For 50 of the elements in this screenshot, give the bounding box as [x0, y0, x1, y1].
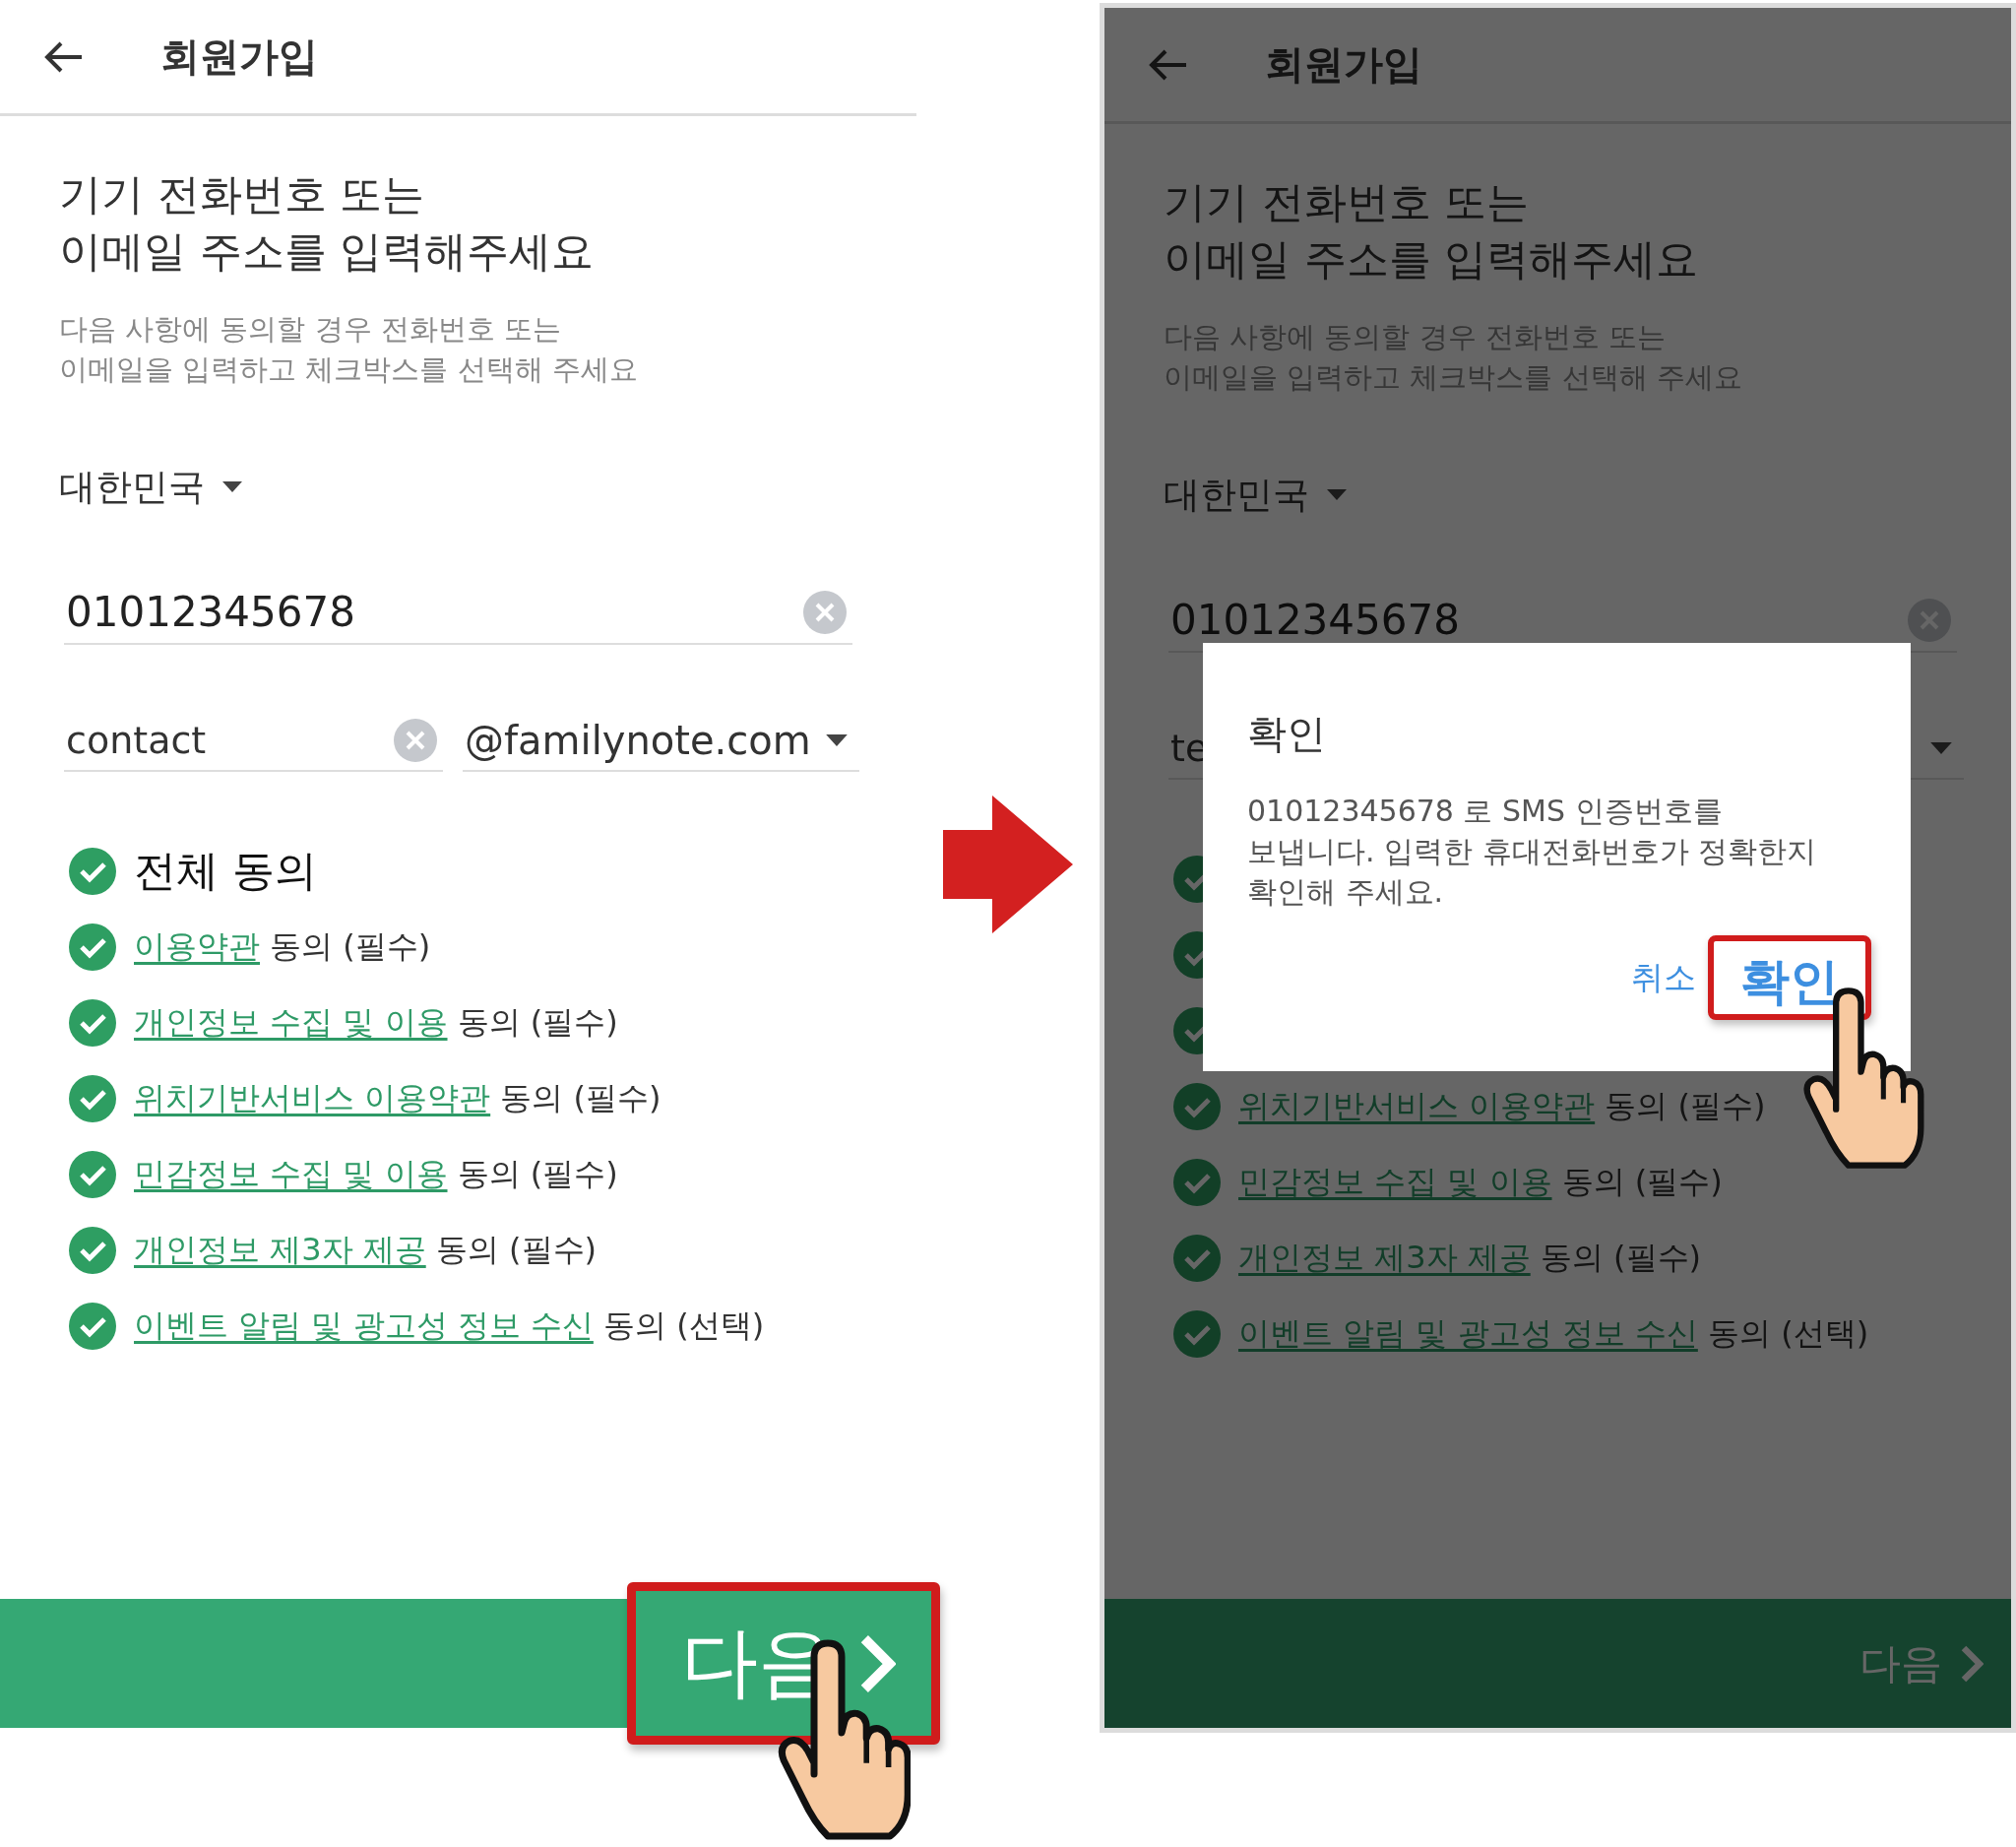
agreement-text: 이용약관 동의 (필수) — [134, 925, 431, 967]
agreement-text: 개인정보 제3자 제공 동의 (필수) — [1238, 1237, 1701, 1278]
back-arrow-icon[interactable] — [44, 39, 84, 74]
checkbox[interactable] — [69, 1226, 116, 1274]
checkbox[interactable] — [1173, 1234, 1221, 1282]
phone-field[interactable]: 01012345678 — [64, 585, 852, 645]
caret-icon — [222, 481, 242, 493]
terms-link[interactable]: 개인정보 제3자 제공 — [1238, 1238, 1531, 1276]
checkbox[interactable] — [1173, 1082, 1221, 1130]
checkbox[interactable] — [69, 923, 116, 971]
agreement-text: 개인정보 제3자 제공 동의 (필수) — [134, 1229, 597, 1270]
country-dropdown[interactable]: 대한민국 — [1164, 471, 1347, 520]
terms-link[interactable]: 민감정보 수집 및 이용 — [1238, 1162, 1552, 1200]
terms-link[interactable]: 개인정보 수집 및 이용 — [134, 1002, 448, 1041]
checkbox[interactable] — [69, 1150, 116, 1198]
terms-link[interactable]: 이용약관 — [134, 926, 260, 965]
dialog-button[interactable]: 확인 — [1708, 935, 1871, 1020]
chevron-icon — [1960, 1643, 1984, 1684]
heading: 기기 전화번호 또는 이메일 주소를 입력해주세요 — [59, 168, 596, 278]
agreement-text: 이벤트 알림 및 광고성 정보 수신 동의 (선택) — [1238, 1312, 1869, 1354]
agreement-text: 민감정보 수집 및 이용 동의 (필수) — [1238, 1161, 1723, 1202]
agreement-text: 민감정보 수집 및 이용 동의 (필수) — [134, 1153, 618, 1194]
terms-link[interactable]: 위치기반서비스 이용약관 — [134, 1078, 491, 1116]
checkbox[interactable] — [1173, 1309, 1221, 1358]
heading: 기기 전화번호 또는 이메일 주소를 입력해주세요 — [1164, 176, 1700, 286]
country-dropdown[interactable]: 대한민국 — [59, 463, 242, 512]
checkbox[interactable] — [69, 1302, 116, 1350]
dialog-message: 01012345678 로 SMS 인증번호를 보냅니다. 입력한 휴대전화번호가 정확한지 확인해 주세요. — [1247, 793, 1818, 911]
agreement-text: 위치기반서비스 이용약관 동의 (필수) — [134, 1077, 662, 1118]
terms-link[interactable]: 이벤트 알림 및 광고성 정보 수신 — [1238, 1313, 1698, 1352]
caret-icon — [1327, 489, 1347, 501]
screen-title: 회원가입 — [1265, 40, 1422, 89]
agree-all-label: 전체 동의 — [134, 844, 317, 897]
checkbox[interactable] — [1173, 1158, 1221, 1206]
checkbox[interactable] — [69, 847, 116, 895]
checkbox[interactable] — [69, 1074, 116, 1122]
terms-link[interactable]: 위치기반서비스 이용약관 — [1238, 1086, 1596, 1124]
agreement-text: 위치기반서비스 이용약관 동의 (필수) — [1238, 1085, 1766, 1126]
screen-title: 회원가입 — [160, 32, 318, 81]
dialog-title: 확인 — [1247, 710, 1327, 758]
terms-link[interactable]: 이벤트 알림 및 광고성 정보 수신 — [134, 1306, 594, 1344]
terms-link[interactable]: 개인정보 제3자 제공 — [134, 1230, 426, 1268]
agreement-text: 개인정보 수집 및 이용 동의 (필수) — [134, 1001, 618, 1043]
description: 다음 사항에 동의할 경우 전화번호 또는 이메일을 입력하고 체크박스를 선택해 주세요 — [59, 311, 639, 388]
terms-link[interactable]: 민감정보 수집 및 이용 — [134, 1154, 448, 1192]
domain-dropdown[interactable]: @familynote.com — [463, 714, 859, 772]
email-field[interactable]: contact — [64, 714, 443, 772]
agreement-text: 이벤트 알림 및 광고성 정보 수신 동의 (선택) — [134, 1305, 765, 1346]
arrow-icon — [943, 796, 1073, 933]
checkbox[interactable] — [69, 998, 116, 1047]
